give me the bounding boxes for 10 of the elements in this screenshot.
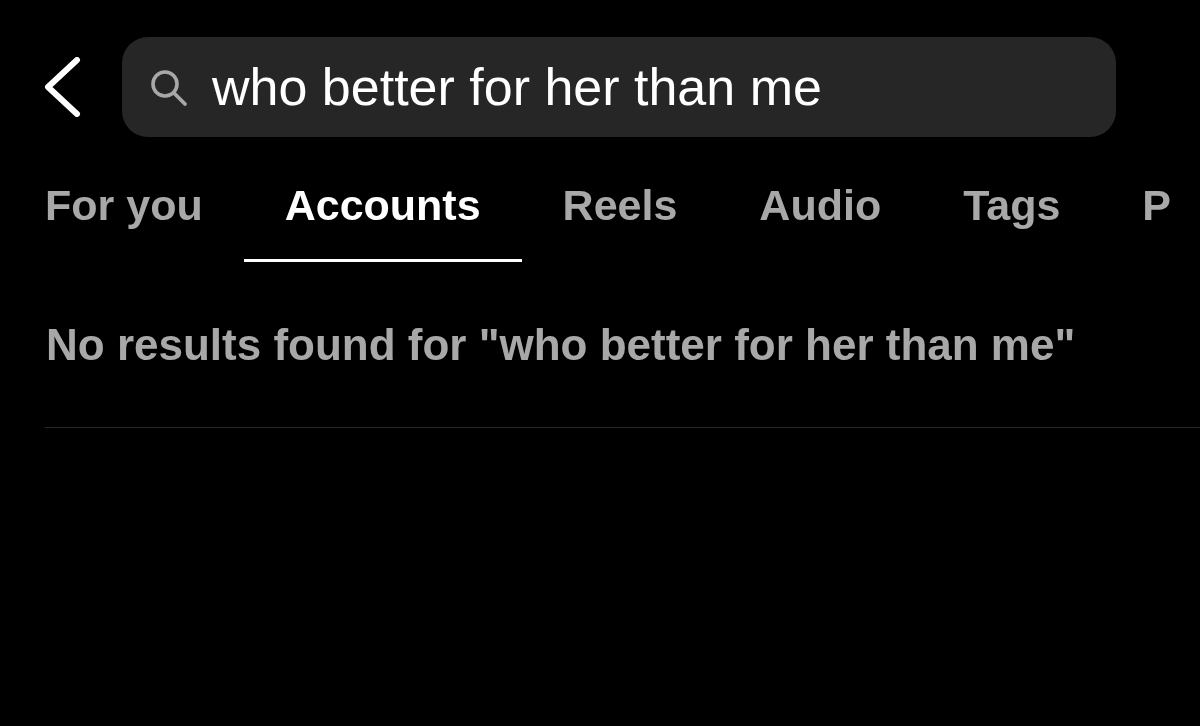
no-results-message: No results found for "who better for her than me" [46, 320, 1076, 370]
tab[interactable]: Audio [718, 160, 923, 262]
tab[interactable]: Tags [922, 160, 1102, 262]
search-icon [150, 69, 188, 107]
tab[interactable]: For you [4, 160, 244, 262]
tab[interactable]: P [1101, 160, 1200, 262]
tab[interactable]: Accounts [243, 160, 522, 262]
search-field[interactable]: who better for her than me [122, 37, 1116, 137]
tab[interactable]: Reels [521, 160, 719, 262]
back-chevron-icon [42, 57, 82, 117]
